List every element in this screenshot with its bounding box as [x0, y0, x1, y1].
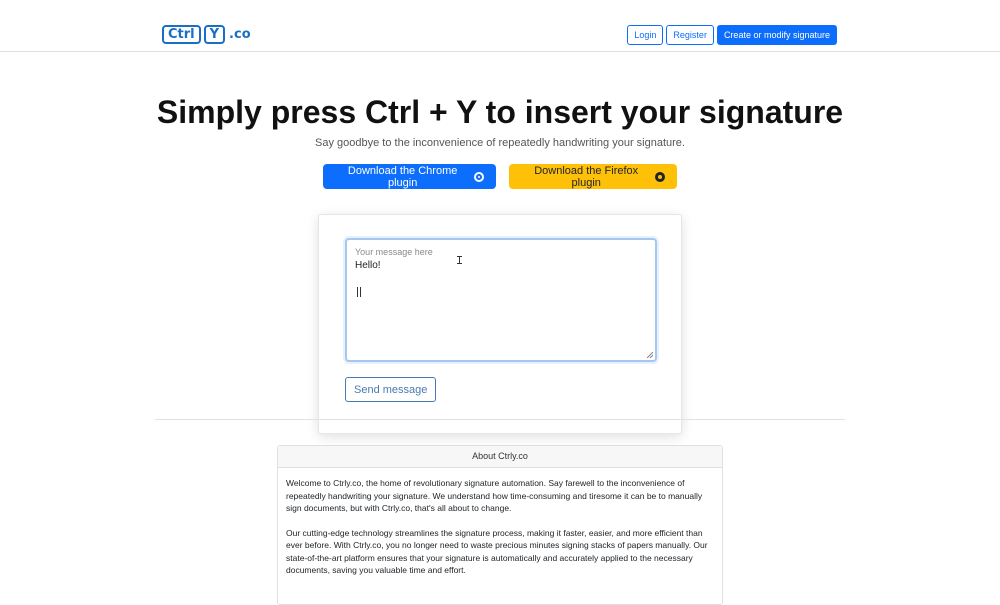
send-message-button[interactable]: Send message	[345, 377, 437, 402]
logo[interactable]: Ctrl Y .co	[162, 25, 251, 44]
text-caret	[357, 287, 361, 297]
ibeam-cursor-icon	[457, 256, 462, 264]
navbar: Ctrl Y .co Login Register Create or modi…	[0, 0, 1000, 52]
about-card-body: Welcome to Ctrly.co, the home of revolut…	[278, 468, 722, 598]
resize-handle[interactable]	[647, 352, 653, 358]
download-buttons: Download the Chrome plugin Download the …	[323, 164, 677, 189]
create-signature-button[interactable]: Create or modify signature	[716, 25, 837, 45]
login-button[interactable]: Login	[627, 25, 664, 45]
firefox-icon	[655, 171, 665, 182]
logo-suffix: .co	[229, 27, 251, 42]
nav-buttons: Login Register Create or modify signatur…	[627, 25, 837, 45]
page-subtitle: Say goodbye to the inconvenience of repe…	[315, 137, 685, 149]
chrome-icon	[474, 171, 484, 182]
about-card: About Ctrly.co Welcome to Ctrly.co, the …	[277, 445, 723, 605]
message-field-wrapper: Your message here Hello!	[345, 238, 657, 362]
section-divider	[155, 419, 845, 420]
page-title: Simply press Ctrl + Y to insert your sig…	[156, 94, 844, 130]
message-card: Your message here Hello! Send message	[318, 214, 682, 434]
register-button[interactable]: Register	[666, 25, 714, 45]
logo-key-y: Y	[203, 25, 226, 44]
about-paragraph: Our cutting-edge technology streamlines …	[286, 527, 708, 576]
download-firefox-label: Download the Firefox plugin	[534, 164, 639, 189]
message-textarea[interactable]: Hello!	[353, 258, 653, 360]
download-chrome-button[interactable]: Download the Chrome plugin	[323, 164, 496, 189]
message-field-label: Your message here	[355, 247, 433, 257]
about-card-header: About Ctrly.co	[278, 446, 722, 468]
download-chrome-label: Download the Chrome plugin	[347, 164, 458, 189]
download-firefox-button[interactable]: Download the Firefox plugin	[509, 164, 677, 189]
logo-key-ctrl: Ctrl	[162, 25, 201, 44]
about-paragraph: Welcome to Ctrly.co, the home of revolut…	[286, 478, 703, 513]
